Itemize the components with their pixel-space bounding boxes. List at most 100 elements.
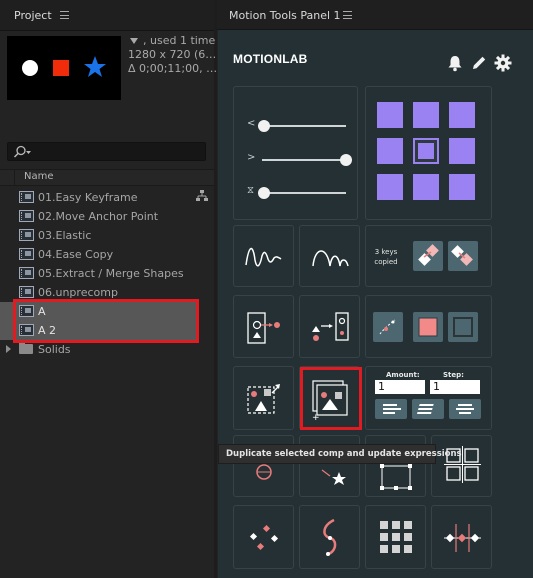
- amount-label: Amount:: [386, 371, 420, 379]
- easing-sliders-tile: < > ⧖: [233, 86, 358, 220]
- project-item-label: 03.Elastic: [38, 229, 92, 242]
- anchor-top-right-button[interactable]: [449, 102, 475, 128]
- composition-icon: [19, 210, 34, 222]
- ease-in-glyph: <: [247, 118, 256, 129]
- motion-tools-tab[interactable]: Motion Tools Panel 1: [217, 0, 533, 30]
- anchor-top-center-button[interactable]: [413, 102, 439, 128]
- timing-track[interactable]: [262, 192, 346, 194]
- duplicate-comp-tooltip: Duplicate selected comp and update expre…: [218, 444, 462, 464]
- split-grid-icon: [444, 446, 481, 483]
- fill-color-button[interactable]: [413, 312, 443, 342]
- anchor-middle-left-button[interactable]: [377, 138, 403, 164]
- project-item-label: 01.Easy Keyframe: [38, 191, 138, 204]
- scatter-keys-button[interactable]: [233, 505, 294, 569]
- filled-square-icon: [418, 317, 438, 337]
- anchor-bottom-center-button[interactable]: [413, 174, 439, 200]
- loop-path-icon: [323, 518, 337, 556]
- project-search-input[interactable]: [7, 142, 206, 161]
- grid-layout-icon: [380, 521, 412, 553]
- name-column-header[interactable]: Name: [24, 171, 54, 182]
- project-item-label: Solids: [38, 343, 71, 356]
- offset-left-button[interactable]: [375, 399, 407, 419]
- brand-title: MOTIONLAB: [233, 52, 308, 66]
- timing-glyph: ⧖: [247, 185, 255, 196]
- composition-icon: [19, 229, 34, 241]
- square-shape: [53, 60, 69, 76]
- project-comp-row[interactable]: 01.Easy Keyframe: [0, 188, 196, 207]
- align-left-icon: [383, 404, 401, 414]
- layer-to-point-icon: [247, 312, 280, 344]
- elastic-wave-icon: [245, 247, 282, 267]
- info-dropdown-arrow-icon[interactable]: [130, 38, 138, 44]
- panel-menu-icon[interactable]: [343, 11, 352, 19]
- path-anchor-button[interactable]: [373, 312, 403, 342]
- timing-knob[interactable]: [258, 187, 270, 199]
- label-column[interactable]: [0, 170, 15, 186]
- split-grid-button[interactable]: [431, 435, 492, 497]
- pencil-icon[interactable]: [470, 54, 488, 72]
- ease-in-knob[interactable]: [258, 120, 270, 132]
- anchor-point-grid-tile: [365, 86, 492, 220]
- search-icon: [13, 145, 31, 158]
- anchor-center-button[interactable]: [413, 138, 439, 164]
- keys-copied-line1: 3 keys: [374, 248, 398, 256]
- project-item-label: 06.unprecomp: [38, 286, 118, 299]
- anchor-bottom-left-button[interactable]: [377, 174, 403, 200]
- move-from-layer-button[interactable]: [299, 295, 360, 358]
- project-comp-row[interactable]: 02.Move Anchor Point: [0, 207, 196, 226]
- motion-tools-tab-title: Motion Tools Panel 1: [229, 9, 341, 22]
- grid-layout-button[interactable]: [365, 505, 426, 569]
- elastic-button[interactable]: [233, 225, 294, 287]
- paste-ease-button[interactable]: [448, 241, 478, 271]
- keys-copied-line2: copied: [374, 258, 398, 266]
- composition-icon: [19, 267, 34, 279]
- precompose-button[interactable]: [233, 366, 294, 430]
- point-to-layer-icon: [312, 312, 349, 341]
- ease-out-knob[interactable]: [340, 154, 352, 166]
- anchor-middle-right-button[interactable]: [449, 138, 475, 164]
- motion-tools-content: MOTIONLAB < > ⧖ 3 keys copied + Amount: …: [218, 30, 533, 578]
- bell-icon[interactable]: [446, 54, 464, 72]
- folder-icon: [19, 342, 33, 354]
- anchor-bottom-right-button[interactable]: [449, 174, 475, 200]
- bounce-button[interactable]: [299, 225, 360, 287]
- star-icon: [84, 56, 106, 77]
- ease-in-track[interactable]: [262, 125, 346, 127]
- project-tab-title: Project: [14, 9, 52, 22]
- step-field[interactable]: 1: [430, 380, 480, 394]
- amount-field[interactable]: 1: [375, 380, 425, 394]
- gear-icon[interactable]: [494, 54, 512, 72]
- move-to-layer-button[interactable]: [233, 295, 294, 358]
- expand-arrow-icon[interactable]: [6, 345, 11, 353]
- align-italic-icon: [416, 404, 434, 414]
- project-item-label: 04.Ease Copy: [38, 248, 114, 261]
- loop-path-button[interactable]: [299, 505, 360, 569]
- flowchart-icon[interactable]: [196, 190, 208, 202]
- scatter-keys-icon: [249, 524, 279, 551]
- project-item-label: 05.Extract / Merge Shapes: [38, 267, 184, 280]
- project-column-header: Name: [0, 169, 214, 186]
- anchor-top-left-button[interactable]: [377, 102, 403, 128]
- offset-tile: Amount: Step: 1 1: [365, 366, 492, 430]
- info-dimensions: 1280 x 720 (6…: [128, 48, 217, 61]
- comp-thumbnail: [7, 36, 121, 100]
- bounce-curve-icon: [312, 250, 349, 267]
- project-comp-row[interactable]: 05.Extract / Merge Shapes: [0, 264, 196, 283]
- panel-menu-icon[interactable]: [60, 11, 69, 19]
- precompose-icon: [247, 384, 280, 414]
- copy-ease-button[interactable]: [413, 241, 443, 271]
- stroke-color-button[interactable]: [448, 312, 478, 342]
- paste-keyframe-icon: [451, 245, 473, 266]
- copy-keyframe-icon: [418, 244, 439, 266]
- project-comp-row[interactable]: 04.Ease Copy: [0, 245, 196, 264]
- project-tab[interactable]: Project: [0, 0, 214, 31]
- split-keys-icon: [444, 524, 481, 552]
- composition-icon: [19, 286, 34, 298]
- motion-tools-panel: Motion Tools Panel 1 MOTIONLAB < > ⧖ 3 k…: [217, 0, 533, 578]
- ease-out-track[interactable]: [262, 159, 346, 161]
- split-keys-button[interactable]: [431, 505, 492, 569]
- offset-right-button[interactable]: [449, 399, 481, 419]
- offset-center-button[interactable]: [412, 399, 444, 419]
- selection-highlight-box: [13, 299, 199, 343]
- project-comp-row[interactable]: 03.Elastic: [0, 226, 196, 245]
